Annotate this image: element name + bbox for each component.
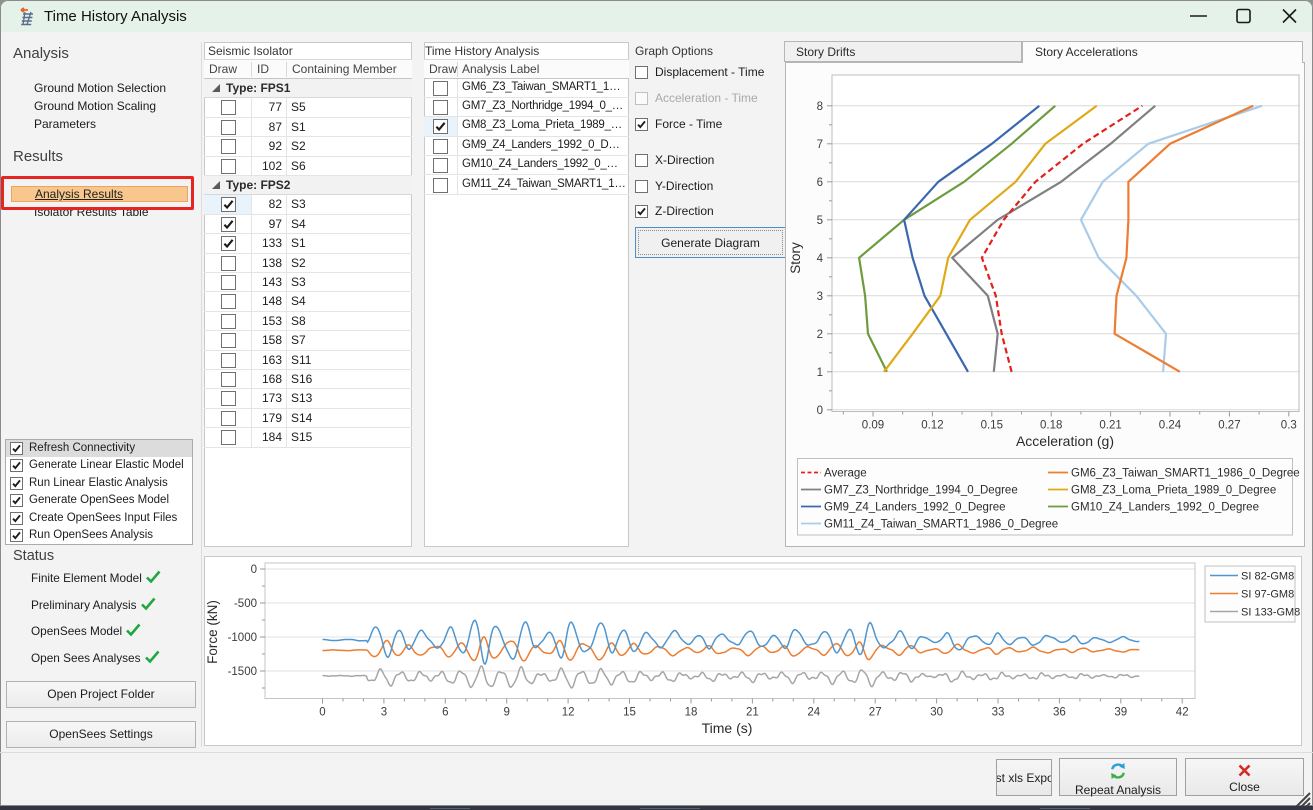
svg-text:SI 133-GM8: SI 133-GM8 [1241,607,1300,619]
svg-text:12: 12 [562,707,575,719]
svg-text:-1000: -1000 [228,632,257,644]
svg-text:27: 27 [869,707,882,719]
svg-text:0: 0 [319,707,325,719]
svg-text:GM8_Z3_Loma_Prieta_1989_0_Degr: GM8_Z3_Loma_Prieta_1989_0_Degree [1071,485,1276,497]
svg-text:3: 3 [817,291,823,303]
svg-text:0.24: 0.24 [1159,420,1182,432]
svg-text:33: 33 [992,707,1005,719]
svg-text:15: 15 [623,707,636,719]
svg-text:0.27: 0.27 [1218,420,1240,432]
svg-text:0: 0 [817,405,823,417]
svg-text:Story: Story [788,242,803,274]
svg-text:0.3: 0.3 [1281,420,1297,432]
svg-text:24: 24 [807,707,820,719]
svg-text:0: 0 [251,564,257,576]
svg-text:42: 42 [1176,707,1189,719]
svg-text:GM11_Z4_Taiwan_SMART1_1986_0_D: GM11_Z4_Taiwan_SMART1_1986_0_Degree [824,519,1058,531]
svg-text:4: 4 [817,253,824,265]
svg-text:9: 9 [503,707,509,719]
svg-text:GM7_Z3_Northridge_1994_0_Degre: GM7_Z3_Northridge_1994_0_Degree [824,485,1018,497]
svg-text:Time (s): Time (s) [702,720,753,736]
svg-text:Average: Average [824,468,867,480]
svg-text:-500: -500 [234,598,257,610]
svg-text:0.21: 0.21 [1099,420,1121,432]
svg-text:GM6_Z3_Taiwan_SMART1_1986_0_De: GM6_Z3_Taiwan_SMART1_1986_0_Degree [1071,468,1300,480]
svg-text:36: 36 [1053,707,1066,719]
svg-text:0.15: 0.15 [981,420,1003,432]
svg-text:Acceleration (g): Acceleration (g) [1016,433,1114,449]
svg-text:GM10_Z4_Landers_1992_0_Degree: GM10_Z4_Landers_1992_0_Degree [1071,502,1259,514]
svg-text:39: 39 [1114,707,1127,719]
svg-text:0.09: 0.09 [862,420,884,432]
svg-text:SI 82-GM8: SI 82-GM8 [1241,571,1294,583]
svg-text:2: 2 [817,329,823,341]
svg-text:SI 97-GM8: SI 97-GM8 [1241,589,1294,601]
svg-text:Force (kN): Force (kN) [205,600,220,664]
svg-text:6: 6 [442,707,448,719]
svg-text:7: 7 [817,139,823,151]
svg-text:GM9_Z4_Landers_1992_0_Degree: GM9_Z4_Landers_1992_0_Degree [824,502,1006,514]
svg-text:8: 8 [817,101,823,113]
svg-text:3: 3 [381,707,387,719]
svg-text:-1500: -1500 [228,666,257,678]
svg-text:0.18: 0.18 [1040,420,1062,432]
svg-text:18: 18 [685,707,698,719]
svg-text:6: 6 [817,177,823,189]
svg-text:30: 30 [930,707,943,719]
svg-text:5: 5 [817,215,823,227]
svg-text:1: 1 [817,367,823,379]
svg-text:21: 21 [746,707,759,719]
svg-text:0.12: 0.12 [921,420,943,432]
